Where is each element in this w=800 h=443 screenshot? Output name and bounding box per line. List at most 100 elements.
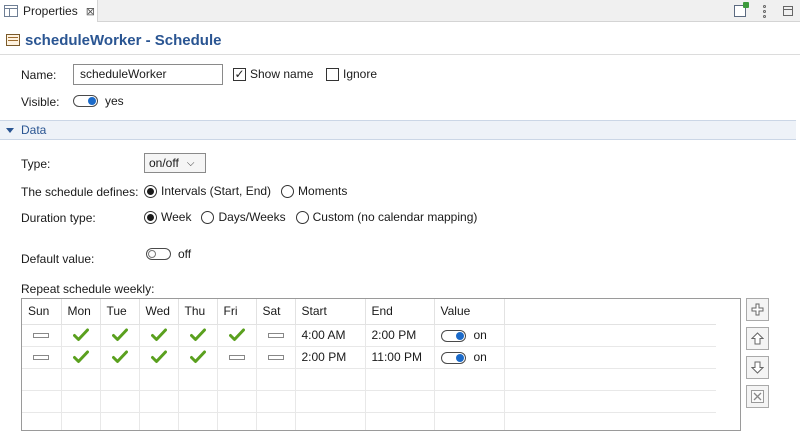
data-section-header[interactable]: Data (0, 120, 796, 140)
empty-cell[interactable] (217, 368, 257, 391)
empty-cell[interactable] (256, 368, 296, 391)
empty-cell[interactable] (100, 390, 140, 413)
defines-radio-group: Intervals (Start, End) Moments (144, 184, 357, 198)
day-cell-sat[interactable] (256, 346, 296, 369)
day-cell-sat[interactable] (256, 324, 296, 347)
checkmark-icon (189, 328, 206, 342)
show-name-checkbox[interactable]: Show name (233, 67, 313, 81)
day-cell-tue[interactable] (100, 324, 140, 347)
empty-table-row[interactable] (22, 368, 716, 391)
radio-intervals-dot (144, 184, 157, 198)
visible-toggle[interactable] (73, 95, 98, 107)
section-title: Data (21, 123, 47, 137)
end-cell[interactable]: 2:00 PM (365, 324, 435, 347)
empty-cell[interactable] (61, 390, 101, 413)
default-value-toggle[interactable] (146, 248, 171, 260)
empty-cell[interactable] (256, 412, 296, 430)
empty-cell[interactable] (139, 390, 179, 413)
minimize-button[interactable] (776, 1, 800, 21)
start-cell[interactable]: 4:00 AM (295, 324, 366, 347)
day-cell-fri[interactable] (217, 346, 257, 369)
empty-cell[interactable] (217, 412, 257, 430)
radio-moments[interactable]: Moments (281, 184, 347, 198)
day-cell-mon[interactable] (61, 346, 101, 369)
day-cell-thu[interactable] (178, 324, 218, 347)
empty-cell[interactable] (178, 390, 218, 413)
day-cell-sun[interactable] (22, 324, 62, 347)
empty-cell[interactable] (434, 390, 505, 413)
empty-cell[interactable] (178, 368, 218, 391)
empty-cell[interactable] (178, 412, 218, 430)
show-name-label: Show name (250, 67, 314, 81)
empty-cell[interactable] (365, 390, 435, 413)
visible-value: yes (105, 94, 124, 108)
radio-custom[interactable]: Custom (no calendar mapping) (295, 210, 477, 224)
empty-cell[interactable] (256, 390, 296, 413)
view-menu-button[interactable] (752, 1, 776, 21)
value-cell[interactable]: on (434, 324, 505, 347)
move-down-button[interactable] (746, 356, 769, 379)
empty-cell[interactable] (365, 412, 435, 430)
empty-cell[interactable] (22, 412, 62, 430)
radio-moments-dot (281, 184, 295, 198)
empty-cell[interactable] (434, 412, 505, 430)
collapse-triangle-icon (6, 127, 14, 133)
defines-label: The schedule defines: (21, 185, 139, 199)
empty-cell[interactable] (100, 412, 140, 430)
chevron-down-icon: ⌵ (186, 157, 195, 169)
value-toggle[interactable] (440, 351, 466, 364)
empty-cell[interactable] (217, 390, 257, 413)
day-cell-tue[interactable] (100, 346, 140, 369)
add-row-button[interactable] (746, 298, 769, 321)
empty-cell[interactable] (295, 412, 366, 430)
empty-cell[interactable] (139, 412, 179, 430)
delete-row-button[interactable] (746, 385, 769, 408)
empty-cell[interactable] (100, 368, 140, 391)
radio-week[interactable]: Week (144, 210, 191, 224)
filler-cell (504, 346, 716, 369)
radio-moments-label: Moments (298, 184, 348, 198)
value-toggle[interactable] (440, 329, 466, 342)
checkmark-icon (189, 350, 206, 364)
empty-cell[interactable] (61, 368, 101, 391)
new-editor-button[interactable] (728, 1, 752, 21)
col-tue: Tue (100, 299, 140, 325)
end-cell[interactable]: 11:00 PM (365, 346, 435, 369)
type-label: Type: (21, 157, 51, 171)
day-cell-fri[interactable] (217, 324, 257, 347)
empty-cell[interactable] (22, 368, 62, 391)
empty-table-row[interactable] (22, 390, 716, 413)
col-sat: Sat (256, 299, 296, 325)
close-tab-icon[interactable]: ⊠ (86, 5, 95, 18)
radio-intervals[interactable]: Intervals (Start, End) (144, 184, 271, 198)
type-select[interactable]: on/off ⌵ (144, 153, 206, 173)
empty-cell[interactable] (61, 412, 101, 430)
add-row-icon (751, 303, 764, 316)
ignore-checkbox[interactable]: Ignore (326, 67, 377, 81)
empty-cell[interactable] (295, 368, 366, 391)
table-row[interactable]: 2:00 PM 11:00 PM on (22, 346, 716, 369)
empty-cell[interactable] (295, 390, 366, 413)
empty-cell[interactable] (139, 368, 179, 391)
empty-cell[interactable] (434, 368, 505, 391)
empty-cell[interactable] (504, 368, 716, 391)
name-field[interactable]: scheduleWorker (73, 64, 223, 85)
empty-table-row[interactable] (22, 412, 716, 430)
day-cell-mon[interactable] (61, 324, 101, 347)
table-row[interactable]: 4:00 AM 2:00 PM on (22, 324, 716, 347)
empty-cell[interactable] (504, 390, 716, 413)
day-cell-wed[interactable] (139, 346, 179, 369)
value-cell[interactable]: on (434, 346, 505, 369)
day-cell-thu[interactable] (178, 346, 218, 369)
radio-days-weeks[interactable]: Days/Weeks (201, 210, 286, 224)
tab-properties[interactable]: Properties ⊠ (0, 0, 98, 22)
page-title: scheduleWorker - Schedule (25, 31, 222, 49)
schedule-table[interactable]: Sun Mon Tue Wed Thu Fri Sat Start End Va… (21, 298, 741, 431)
empty-cell[interactable] (365, 368, 435, 391)
day-cell-sun[interactable] (22, 346, 62, 369)
move-up-button[interactable] (746, 327, 769, 350)
empty-cell[interactable] (22, 390, 62, 413)
empty-cell[interactable] (504, 412, 716, 430)
start-cell[interactable]: 2:00 PM (295, 346, 366, 369)
day-cell-wed[interactable] (139, 324, 179, 347)
